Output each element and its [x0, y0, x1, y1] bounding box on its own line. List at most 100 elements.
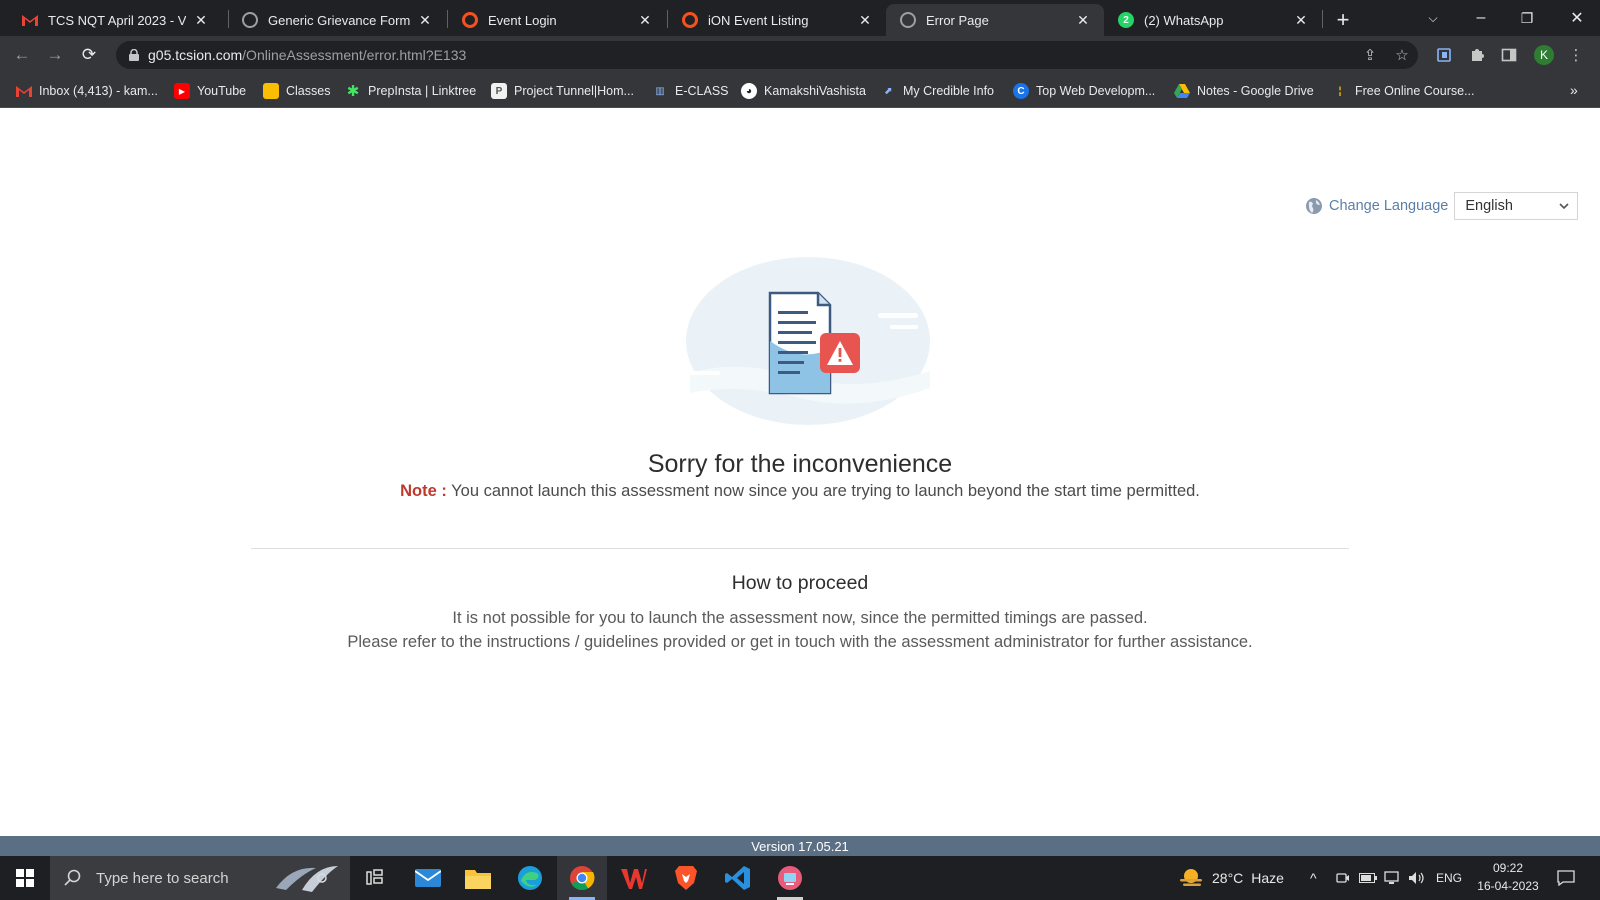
bookmark-star-icon[interactable]: ☆: [1392, 45, 1412, 65]
profile-avatar[interactable]: K: [1534, 45, 1554, 65]
version-footer: Version 17.05.21: [0, 836, 1600, 856]
credible-icon: ⬈: [883, 85, 893, 97]
forward-button[interactable]: →: [43, 43, 67, 67]
tab-strip: TCS NQT April 2023 - View ✕ Generic Grie…: [0, 0, 1600, 36]
bookmark-label: Top Web Developm...: [1036, 84, 1156, 98]
bookmark-label: Notes - Google Drive: [1197, 84, 1314, 98]
bookmark-label: KamakshiVashista: [764, 84, 866, 98]
meet-now-icon[interactable]: [1336, 856, 1350, 900]
language-select[interactable]: English: [1454, 192, 1579, 220]
tray-overflow-chevron-icon[interactable]: ^: [1310, 856, 1317, 900]
bookmark-prepinsta[interactable]: ✱ PrepInsta | Linktree: [345, 81, 476, 101]
language-select-value: English: [1465, 198, 1513, 214]
extension-icon[interactable]: [1434, 45, 1454, 65]
taskbar-edge[interactable]: [505, 856, 555, 900]
taskbar-search[interactable]: Type here to search: [50, 856, 350, 900]
bookmarks-overflow-icon[interactable]: »: [1570, 82, 1578, 98]
eclass-icon: ▥: [655, 85, 665, 97]
taskbar-file-explorer[interactable]: [453, 856, 503, 900]
taskbar-wps-office[interactable]: [609, 856, 659, 900]
lock-icon: [129, 49, 139, 61]
back-button[interactable]: ←: [10, 43, 34, 67]
note-text: You cannot launch this assessment now si…: [451, 482, 1200, 500]
close-icon[interactable]: ✕: [856, 11, 874, 29]
network-icon[interactable]: [1384, 856, 1402, 900]
task-view-icon: [366, 869, 383, 885]
taskbar-app[interactable]: [765, 856, 815, 900]
bookmark-youtube[interactable]: ▶ YouTube: [174, 81, 246, 101]
close-icon[interactable]: ✕: [1292, 11, 1310, 29]
extensions-puzzle-icon[interactable]: [1467, 45, 1487, 65]
close-icon[interactable]: ✕: [416, 11, 434, 29]
close-icon[interactable]: ✕: [636, 11, 654, 29]
menu-kebab-icon[interactable]: ⋮: [1566, 45, 1586, 65]
app-icon: [778, 866, 802, 890]
globe-icon: [242, 12, 258, 28]
input-language-indicator[interactable]: ENG: [1436, 856, 1462, 900]
bookmark-label: Classes: [286, 84, 331, 98]
close-icon[interactable]: ✕: [192, 11, 210, 29]
mail-icon: [415, 869, 441, 887]
classroom-icon: [263, 83, 279, 99]
tab-separator: [1322, 10, 1323, 28]
ion-icon: [462, 12, 478, 28]
notification-center-icon[interactable]: [1557, 856, 1575, 900]
windows-logo-icon: [16, 869, 34, 887]
clock-date: 16-04-2023: [1477, 879, 1539, 893]
volume-icon[interactable]: [1408, 856, 1426, 900]
url-text: g05.tcsion.com/OnlineAssessment/error.ht…: [148, 47, 467, 63]
change-language-label[interactable]: Change Language: [1329, 198, 1448, 214]
bookmark-label: Inbox (4,413) - kam...: [39, 84, 158, 98]
ion-icon: [682, 12, 698, 28]
bookmark-eclass[interactable]: ▥ E-CLASS: [652, 81, 728, 101]
proceed-line-1: It is not possible for you to launch the…: [452, 609, 1148, 627]
proceed-title: How to proceed: [731, 572, 869, 594]
section-divider: [251, 548, 1349, 549]
taskbar-brave[interactable]: [661, 856, 711, 900]
share-icon[interactable]: ⇪: [1360, 45, 1380, 65]
start-button[interactable]: [0, 856, 50, 900]
tab-grievance-form[interactable]: Generic Grievance Form ✕: [228, 4, 446, 36]
reload-button[interactable]: ⟳: [77, 43, 101, 67]
task-view-button[interactable]: [350, 856, 400, 900]
tab-whatsapp[interactable]: 2 (2) WhatsApp ✕: [1104, 4, 1322, 36]
bookmark-classes[interactable]: Classes: [263, 81, 330, 101]
error-page: Change Language English Sorry for the in…: [0, 108, 1600, 856]
close-window-button[interactable]: ✕: [1554, 0, 1600, 36]
close-icon[interactable]: ✕: [1074, 11, 1092, 29]
taskbar-clock[interactable]: 09:22 16-04-2023: [1468, 859, 1548, 895]
tab-ion-event-listing[interactable]: iON Event Listing ✕: [668, 4, 886, 36]
tab-title: iON Event Listing: [708, 12, 809, 28]
bookmark-notes-drive[interactable]: Notes - Google Drive: [1174, 81, 1314, 101]
globe-icon: [900, 12, 916, 28]
battery-icon[interactable]: [1359, 856, 1377, 900]
taskbar-vscode[interactable]: [713, 856, 763, 900]
tab-search-button[interactable]: ⌵: [1410, 0, 1456, 36]
bookmark-top-web-dev[interactable]: C Top Web Developm...: [1013, 81, 1155, 101]
linktree-icon: ✱: [346, 83, 360, 100]
bookmark-inbox[interactable]: Inbox (4,413) - kam...: [16, 81, 158, 101]
bookmark-free-online-course[interactable]: ¦ Free Online Course...: [1332, 81, 1475, 101]
taskbar-mail[interactable]: [403, 856, 453, 900]
bookmarks-bar: Inbox (4,413) - kam... ▶ YouTube Classes…: [0, 74, 1600, 108]
globe-icon: [1306, 198, 1322, 214]
error-title: Sorry for the inconvenience: [647, 450, 953, 478]
restore-button[interactable]: ❐: [1504, 0, 1550, 36]
tab-error-page[interactable]: Error Page ✕: [886, 4, 1104, 36]
minimize-button[interactable]: –: [1458, 0, 1504, 36]
side-panel-icon[interactable]: [1499, 45, 1519, 65]
tab-tcs-nqt[interactable]: TCS NQT April 2023 - View ✕: [8, 4, 222, 36]
new-tab-button[interactable]: +: [1330, 7, 1356, 33]
taskbar-chrome[interactable]: [557, 856, 607, 900]
tab-event-login[interactable]: Event Login ✕: [448, 4, 666, 36]
whatsapp-icon: 2: [1118, 12, 1134, 28]
weather-widget[interactable]: 28°C Haze: [1178, 856, 1284, 900]
error-note: Note : You cannot launch this assessment…: [0, 482, 1600, 501]
tab-title: TCS NQT April 2023 - View: [48, 12, 186, 28]
bookmark-github[interactable]: ◕ KamakshiVashista: [741, 81, 866, 101]
address-bar[interactable]: g05.tcsion.com/OnlineAssessment/error.ht…: [116, 41, 1418, 69]
drive-icon: [1174, 83, 1190, 99]
browser-toolbar: ← → ⟳ g05.tcsion.com/OnlineAssessment/er…: [0, 36, 1600, 74]
bookmark-credible-info[interactable]: ⬈ My Credible Info: [880, 81, 994, 101]
bookmark-project-tunnel[interactable]: P Project Tunnel|Hom...: [491, 81, 634, 101]
